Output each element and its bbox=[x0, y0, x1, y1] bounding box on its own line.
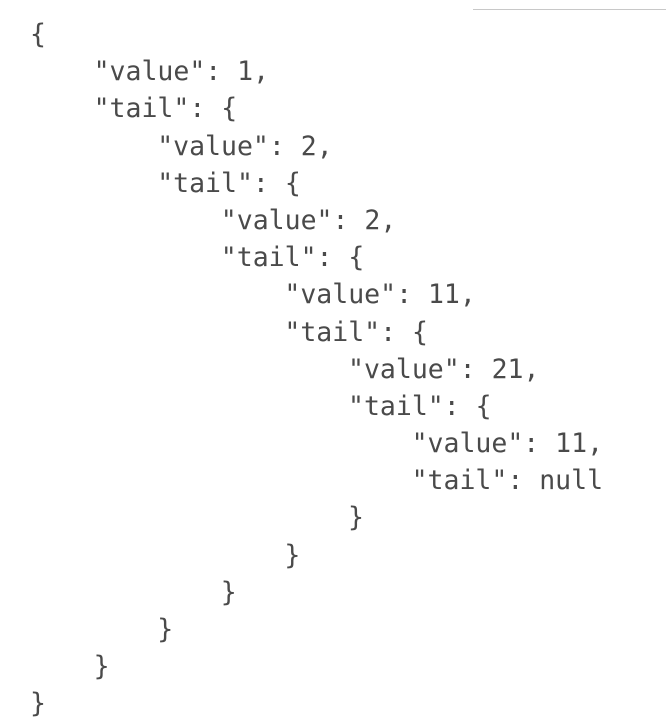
code-line: "value": 2, bbox=[30, 202, 603, 239]
code-text: "tail": { bbox=[93, 93, 238, 125]
code-line: "tail": null bbox=[30, 462, 603, 499]
code-text: } bbox=[30, 688, 46, 720]
code-text: } bbox=[220, 576, 237, 608]
code-text: "tail": { bbox=[220, 242, 365, 274]
code-text: } bbox=[284, 539, 301, 571]
code-line: } bbox=[30, 611, 603, 648]
code-line: { bbox=[30, 16, 603, 53]
code-line: "value": 11, bbox=[30, 425, 603, 462]
code-text: "tail": null bbox=[411, 465, 604, 497]
code-text: "value": 21, bbox=[348, 353, 540, 385]
code-line: "tail": { bbox=[30, 314, 603, 351]
code-line: } bbox=[30, 685, 603, 722]
code-text: "tail": { bbox=[348, 390, 492, 422]
code-line: } bbox=[30, 648, 603, 685]
code-text: } bbox=[93, 651, 110, 683]
top-divider bbox=[473, 9, 666, 10]
code-line: "value": 11, bbox=[30, 276, 603, 313]
code-line: "tail": { bbox=[30, 239, 603, 276]
code-line: "value": 1, bbox=[30, 53, 603, 90]
code-line: "value": 2, bbox=[30, 128, 603, 165]
code-line: } bbox=[30, 537, 603, 574]
code-text: } bbox=[157, 614, 174, 645]
code-line: "tail": { bbox=[30, 388, 603, 425]
code-line: "tail": { bbox=[30, 165, 603, 202]
code-text: "value": 11, bbox=[411, 428, 604, 460]
code-line: "tail": { bbox=[30, 90, 603, 127]
code-text: "value": 2, bbox=[220, 204, 397, 236]
json-code-block: { "value": 1, "tail": { "value": 2, "tail": … bbox=[30, 16, 603, 723]
code-text: "tail": { bbox=[157, 167, 301, 199]
code-text: "value": 11, bbox=[284, 279, 476, 311]
code-line: } bbox=[30, 574, 603, 611]
code-text: { bbox=[30, 19, 46, 50]
code-text: "value": 2, bbox=[157, 130, 333, 162]
code-line: } bbox=[30, 499, 603, 536]
code-line: "value": 21, bbox=[30, 351, 603, 388]
code-text: } bbox=[348, 502, 364, 534]
code-text: "value": 1, bbox=[93, 56, 270, 88]
code-text: "tail": { bbox=[284, 316, 428, 348]
